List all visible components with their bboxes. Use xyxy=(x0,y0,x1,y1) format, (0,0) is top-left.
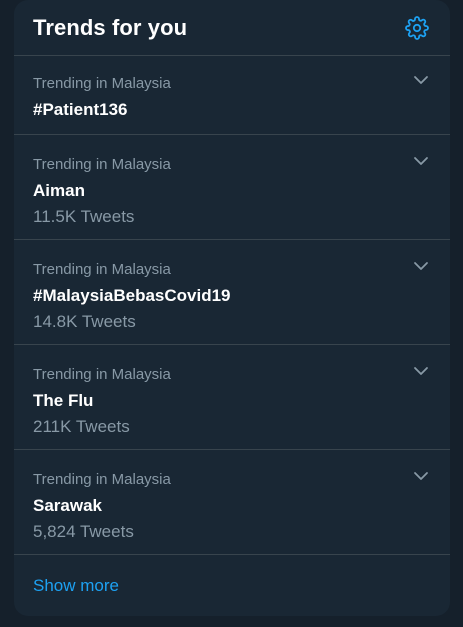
trend-item[interactable]: Trending in Malaysia #MalaysiaBebasCovid… xyxy=(14,240,450,345)
trend-item[interactable]: Trending in Malaysia Aiman 11.5K Tweets xyxy=(14,135,450,240)
trend-context: Trending in Malaysia xyxy=(33,471,171,488)
trends-panel: Trends for you Trending in Malaysia #Pat… xyxy=(14,0,450,616)
chevron-down-icon[interactable] xyxy=(412,71,430,89)
gear-icon[interactable] xyxy=(404,15,430,41)
trend-context: Trending in Malaysia xyxy=(33,261,171,278)
trend-item[interactable]: Trending in Malaysia #Patient136 xyxy=(14,56,450,135)
trend-name: #MalaysiaBebasCovid19 xyxy=(33,286,231,305)
trends-header: Trends for you xyxy=(14,0,450,56)
trend-context: Trending in Malaysia xyxy=(33,75,171,92)
trend-name: The Flu xyxy=(33,391,94,410)
trend-name: #Patient136 xyxy=(33,100,128,119)
show-more-link[interactable]: Show more xyxy=(14,555,450,616)
chevron-down-icon[interactable] xyxy=(412,362,430,380)
chevron-down-icon[interactable] xyxy=(412,152,430,170)
trend-tweet-count: 11.5K Tweets xyxy=(33,207,135,226)
trend-context: Trending in Malaysia xyxy=(33,366,171,383)
trend-tweet-count: 5,824 Tweets xyxy=(33,522,134,541)
chevron-down-icon[interactable] xyxy=(412,257,430,275)
trend-context: Trending in Malaysia xyxy=(33,156,171,173)
trend-name: Sarawak xyxy=(33,496,102,515)
trend-item[interactable]: Trending in Malaysia Sarawak 5,824 Tweet… xyxy=(14,450,450,555)
trend-tweet-count: 211K Tweets xyxy=(33,417,130,436)
trends-title: Trends for you xyxy=(33,14,188,40)
chevron-down-icon[interactable] xyxy=(412,467,430,485)
trend-item[interactable]: Trending in Malaysia The Flu 211K Tweets xyxy=(14,345,450,450)
trend-name: Aiman xyxy=(33,181,85,200)
trend-tweet-count: 14.8K Tweets xyxy=(33,312,136,331)
